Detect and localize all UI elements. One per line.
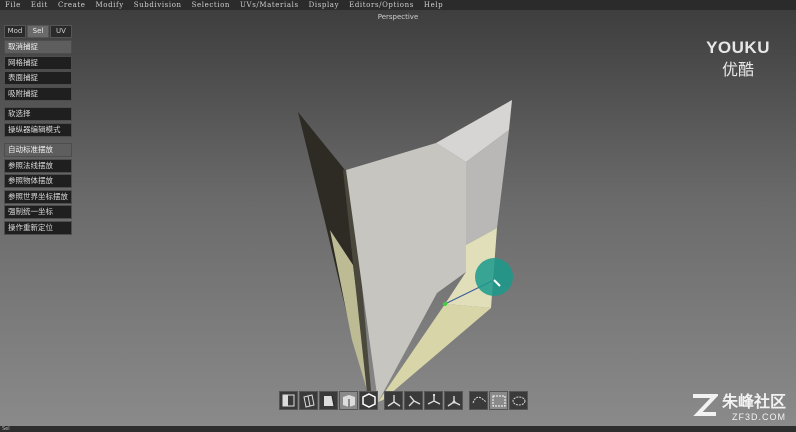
menu-item-uvs-materials[interactable]: UVs/Materials bbox=[235, 0, 304, 10]
youku-logo-text: YOUKU bbox=[706, 38, 770, 57]
zf3d-watermark: 朱峰社区 ZF3D.COM bbox=[690, 388, 786, 422]
zf-logo-en: ZF3D.COM bbox=[732, 412, 786, 422]
group1-button-3[interactable]: 表面捕捉 bbox=[4, 71, 72, 85]
group1-button-1[interactable]: 取消捕捉 bbox=[4, 40, 72, 54]
cube-front-button[interactable] bbox=[339, 391, 358, 410]
universal-axis-button[interactable] bbox=[444, 391, 463, 410]
manipulator-handle[interactable] bbox=[475, 258, 513, 296]
group3-button-3[interactable]: 参照物体摆放 bbox=[4, 174, 72, 188]
cube-side-button[interactable] bbox=[319, 391, 338, 410]
perspective-viewport[interactable]: Perspective Mod Sel UV 取消捕捉 网格捕捉 表面捕捉 吸附捕捉 软选… bbox=[0, 10, 796, 426]
menu-item-create[interactable]: Create bbox=[53, 0, 91, 10]
mode-tab-uv[interactable]: UV bbox=[50, 25, 72, 38]
menu-item-display[interactable]: Display bbox=[304, 0, 345, 10]
status-bar: Sel bbox=[0, 426, 796, 432]
group3-button-1[interactable]: 自动标准摆放 bbox=[4, 143, 72, 157]
menu-item-modify[interactable]: Modify bbox=[91, 0, 129, 10]
hexagon-icon bbox=[362, 392, 376, 408]
lasso-button[interactable] bbox=[469, 391, 488, 410]
menu-item-edit[interactable]: Edit bbox=[26, 0, 53, 10]
group1-button-2[interactable]: 网格捕捉 bbox=[4, 55, 72, 70]
tool-panel: Mod Sel UV 取消捕捉 网格捕捉 表面捕捉 吸附捕捉 软选择 操纵器编辑模式 自动标… bbox=[4, 25, 72, 236]
vertex-point[interactable] bbox=[443, 302, 447, 306]
group3-button-4[interactable]: 参照世界坐标摆放 bbox=[4, 189, 72, 204]
group3-button-6[interactable]: 操作重新定位 bbox=[4, 220, 72, 235]
mode-tab-mod[interactable]: Mod bbox=[4, 25, 26, 38]
youku-watermark: YOUKU 优酷 bbox=[706, 38, 770, 80]
placement-group: 自动标准摆放 参照法线摆放 参照物体摆放 参照世界坐标摆放 强制统一坐标 操作重新定位 bbox=[4, 143, 72, 235]
cube-face-button[interactable] bbox=[279, 391, 298, 410]
marquee-select-icon bbox=[492, 395, 506, 406]
marquee-select-button[interactable] bbox=[489, 391, 508, 410]
group3-button-5[interactable]: 强制统一坐标 bbox=[4, 205, 72, 219]
group1-button-4[interactable]: 吸附捕捉 bbox=[4, 86, 72, 101]
group3-button-2[interactable]: 参照法线摆放 bbox=[4, 158, 72, 173]
hexagon-button[interactable] bbox=[359, 391, 378, 410]
menu-item-help[interactable]: Help bbox=[419, 0, 448, 10]
menu-item-selection[interactable]: Selection bbox=[187, 0, 235, 10]
zf-logo-cn: 朱峰社区 bbox=[721, 392, 786, 411]
paint-select-button[interactable] bbox=[509, 391, 528, 410]
group2-button-2[interactable]: 操纵器编辑模式 bbox=[4, 122, 72, 137]
zf-logo-icon bbox=[692, 394, 718, 416]
mode-tabs: Mod Sel UV bbox=[4, 25, 72, 38]
mode-tab-sel[interactable]: Sel bbox=[27, 25, 49, 38]
move-axis-icon bbox=[387, 394, 401, 407]
menu-item-subdivision[interactable]: Subdivision bbox=[129, 0, 187, 10]
lasso-icon bbox=[472, 396, 486, 403]
scale-axis-icon bbox=[427, 393, 441, 405]
status-text: Sel bbox=[2, 426, 10, 432]
cube-edge-icon bbox=[303, 393, 315, 408]
move-axis-button[interactable] bbox=[384, 391, 403, 410]
paint-select-icon bbox=[512, 396, 526, 405]
menu-item-editors-options[interactable]: Editors/Options bbox=[344, 0, 419, 10]
cube-side-icon bbox=[324, 395, 335, 406]
rotate-axis-button[interactable] bbox=[404, 391, 423, 410]
cube-edge-button[interactable] bbox=[299, 391, 318, 410]
menu-item-file[interactable]: File bbox=[0, 0, 26, 10]
selection-group: 软选择 操纵器编辑模式 bbox=[4, 107, 72, 137]
scale-axis-button[interactable] bbox=[424, 391, 443, 410]
rotate-axis-icon bbox=[408, 395, 421, 406]
model-scene bbox=[298, 100, 513, 402]
universal-axis-icon bbox=[447, 395, 461, 407]
group2-button-1[interactable]: 软选择 bbox=[4, 107, 72, 121]
cube-face-icon bbox=[282, 394, 295, 406]
snap-group: 取消捕捉 网格捕捉 表面捕捉 吸附捕捉 bbox=[4, 40, 72, 101]
menu-bar: File Edit Create Modify Subdivision Selection… bbox=[0, 0, 796, 10]
cube-front-icon bbox=[343, 394, 355, 407]
viewport-label: Perspective bbox=[377, 13, 419, 21]
youku-logo-cn: 优酷 bbox=[722, 60, 755, 79]
bottom-toolbar bbox=[279, 391, 528, 410]
